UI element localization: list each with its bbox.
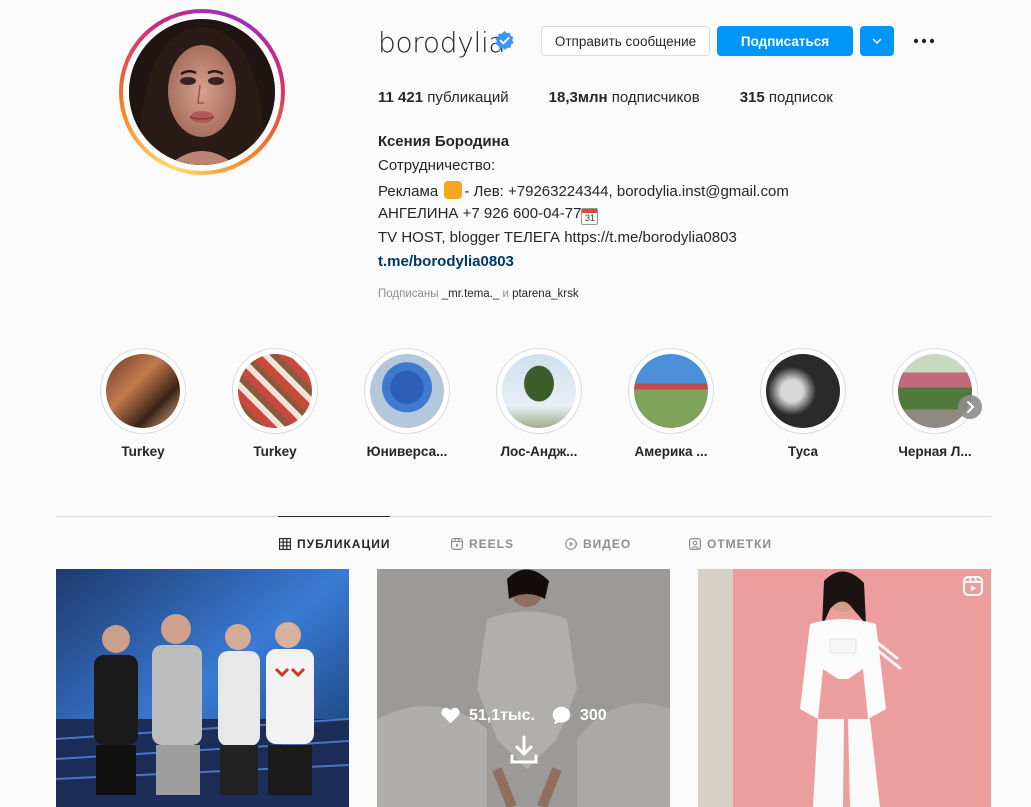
highlight-ring: [892, 348, 978, 434]
verified-badge-icon: [495, 31, 514, 50]
stat-followers-label: подписчиков: [611, 89, 700, 106]
profile-avatar[interactable]: [119, 9, 285, 175]
highlights-next-button[interactable]: [958, 395, 982, 419]
bio-line-4: TV HOST, blogger ТЕЛЕГА https://t.me/bor…: [378, 229, 737, 246]
highlight-ring: [628, 348, 714, 434]
suggestions-dropdown-button[interactable]: [860, 26, 894, 56]
avatar-photo: [129, 19, 275, 165]
tab-video[interactable]: ВИДЕО: [565, 537, 631, 551]
bio-line-2-contacts: - Лев: +79263224344, borodylia.inst@gmai…: [464, 183, 789, 200]
stat-posts-label: публикаций: [427, 89, 509, 106]
followed-by-user-1[interactable]: _mr.tema._: [442, 288, 500, 300]
tab-posts[interactable]: ПУБЛИКАЦИИ: [279, 537, 390, 551]
highlight-cover: [766, 354, 840, 428]
tabs-divider: [56, 516, 991, 517]
profile-full-name: Ксения Бородина: [378, 133, 510, 150]
bio-line-3-text: АНГЕЛИНА +7 926 600-04-77: [378, 205, 582, 222]
highlight-item[interactable]: Америка ...: [628, 348, 714, 459]
chevron-down-icon: [872, 38, 882, 45]
highlight-label: Туса: [787, 444, 819, 459]
highlight-ring: [100, 348, 186, 434]
bio-line-3: АНГЕЛИНА +7 926 600-04-77 31: [378, 205, 599, 225]
highlight-item[interactable]: Туса: [760, 348, 846, 459]
post-thumbnail[interactable]: [56, 569, 349, 807]
comment-icon: [552, 706, 571, 725]
grid-icon: [279, 538, 291, 550]
stat-followers[interactable]: 18,3млн подписчиков: [549, 89, 700, 106]
highlight-label: Лос-Андж...: [500, 444, 578, 459]
stat-followers-value: 18,3млн: [548, 89, 608, 106]
stat-posts: 11 421 публикаций: [378, 89, 509, 106]
highlight-item[interactable]: Turkey: [100, 348, 186, 459]
heart-icon: [441, 707, 460, 724]
highlight-label: Америка ...: [634, 444, 708, 459]
highlight-ring: [364, 348, 450, 434]
highlight-label: Turkey: [121, 444, 165, 459]
highlight-item[interactable]: Юниверса...: [364, 348, 450, 459]
post-likes-count: 51,1тыс.: [469, 706, 535, 724]
download-icon[interactable]: [508, 734, 540, 766]
highlight-ring: [496, 348, 582, 434]
followed-by[interactable]: Подписаны _mr.tema._ и ptarena_krsk: [378, 288, 579, 300]
follow-button[interactable]: Подписаться: [717, 26, 853, 56]
more-options-icon[interactable]: [912, 33, 936, 49]
highlight-ring: [760, 348, 846, 434]
post-likes: 51,1тыс.: [440, 705, 535, 726]
highlight-label: Юниверса...: [366, 444, 448, 459]
highlight-item[interactable]: Turkey: [232, 348, 318, 459]
stat-following[interactable]: 315 подписок: [740, 89, 833, 106]
post-comments-count: 300: [580, 706, 607, 724]
post-thumbnail[interactable]: [698, 569, 991, 807]
bio-line-1: Сотрудничество:: [378, 157, 496, 174]
active-tab-indicator: [278, 516, 390, 517]
post-comments: 300: [551, 705, 607, 726]
stat-following-label: подписок: [768, 89, 833, 106]
highlight-cover: [634, 354, 708, 428]
tab-reels-label: REELS: [469, 537, 515, 551]
reels-icon: [451, 538, 463, 550]
avatar-portrait: [129, 19, 275, 165]
highlight-ring: [232, 348, 318, 434]
highlight-cover: [370, 354, 444, 428]
highlight-label: Черная Л...: [898, 444, 972, 459]
post-hover-overlay: [377, 569, 670, 807]
chevron-right-icon: [967, 401, 975, 413]
highlight-cover: [106, 354, 180, 428]
followed-by-user-2[interactable]: ptarena_krsk: [512, 288, 578, 300]
tab-reels[interactable]: REELS: [451, 537, 514, 551]
video-icon: [565, 538, 577, 550]
lion-emoji-icon: [444, 181, 463, 199]
highlight-cover: [502, 354, 576, 428]
reels-badge-icon: [963, 576, 983, 596]
stat-posts-value: 11 421: [378, 89, 424, 106]
tab-video-label: ВИДЕО: [583, 537, 632, 551]
profile-username: borodylia: [378, 26, 506, 59]
stat-following-value: 315: [739, 89, 765, 106]
tab-tagged[interactable]: ОТМЕТКИ: [689, 537, 772, 551]
bio-line-2-prefix: Реклама: [378, 183, 443, 200]
tab-tagged-label: ОТМЕТКИ: [707, 537, 772, 551]
avatar-border: [123, 13, 281, 171]
profile-stats: 11 421 публикаций 18,3млн подписчиков 31…: [378, 89, 873, 106]
followed-by-join: и: [499, 288, 513, 300]
tab-posts-label: ПУБЛИКАЦИИ: [297, 537, 391, 551]
highlight-item[interactable]: Лос-Андж...: [496, 348, 582, 459]
highlight-label: Turkey: [253, 444, 297, 459]
bio-website-link[interactable]: t.me/borodylia0803: [378, 253, 514, 270]
followed-by-prefix: Подписаны: [378, 288, 442, 300]
post-image: [698, 569, 991, 807]
bio-line-2: Реклама - Лев: +79263224344, borodylia.i…: [378, 181, 789, 200]
post-image: [56, 569, 349, 807]
calendar-emoji-icon: 31: [581, 208, 599, 225]
tagged-icon: [689, 538, 701, 550]
send-message-button[interactable]: Отправить сообщение: [541, 26, 710, 56]
highlight-cover: [238, 354, 312, 428]
